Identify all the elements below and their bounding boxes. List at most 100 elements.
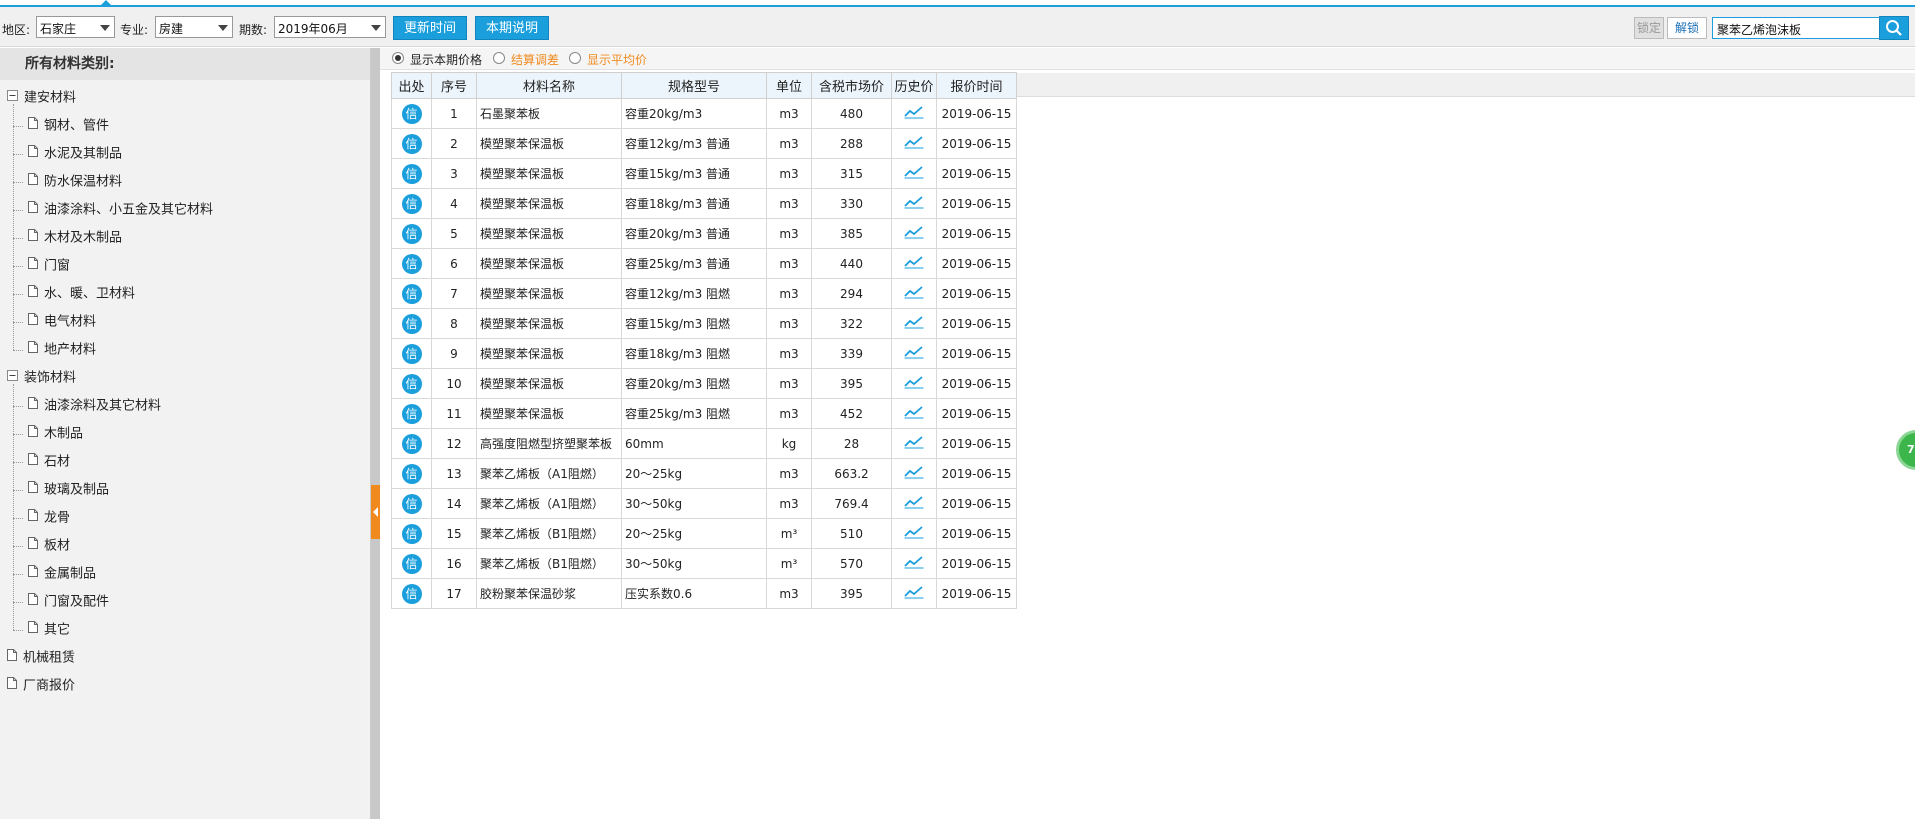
column-header[interactable]: 单位 [766, 72, 812, 99]
trend-chart-icon[interactable] [904, 405, 924, 422]
tree-item[interactable]: 石材 [28, 448, 70, 476]
table-row[interactable]: 信 1 石墨聚苯板 容重20kg/m3 m3 480 2019-06-15 [391, 98, 1017, 129]
source-cell[interactable]: 信 [391, 158, 432, 189]
tree-item[interactable]: 门窗及配件 [28, 588, 109, 616]
major-select[interactable]: 房建 [155, 16, 233, 38]
table-row[interactable]: 信 14 聚苯乙烯板（A1阻燃） 30～50kg m3 769.4 2019-06-15 [391, 488, 1017, 519]
tree-item[interactable]: 水、暖、卫材料 [28, 280, 135, 308]
history-cell[interactable] [891, 218, 937, 249]
source-info-icon[interactable]: 信 [401, 523, 422, 544]
show-current-radio[interactable] [392, 52, 404, 64]
trend-chart-icon[interactable] [904, 105, 924, 122]
trend-chart-icon[interactable] [904, 555, 924, 572]
table-row[interactable]: 信 15 聚苯乙烯板（B1阻燃） 20～25kg m³ 510 2019-06-15 [391, 518, 1017, 549]
unlock-button[interactable]: 解锁 [1667, 17, 1707, 39]
history-cell[interactable] [891, 128, 937, 159]
tree-leaf[interactable]: 机械租赁 [7, 644, 75, 672]
tree-item[interactable]: 电气材料 [28, 308, 96, 336]
tree-item[interactable]: 其它 [28, 616, 70, 644]
source-cell[interactable]: 信 [391, 458, 432, 489]
collapse-sidebar-handle[interactable] [371, 485, 380, 539]
source-info-icon[interactable]: 信 [401, 223, 422, 244]
source-cell[interactable]: 信 [391, 278, 432, 309]
table-row[interactable]: 信 2 模塑聚苯保温板 容重12kg/m3 普通 m3 288 2019-06-15 [391, 128, 1017, 159]
trend-chart-icon[interactable] [904, 465, 924, 482]
history-cell[interactable] [891, 188, 937, 219]
table-row[interactable]: 信 17 胶粉聚苯保温砂浆 压实系数0.6 m3 395 2019-06-15 [391, 578, 1017, 609]
tree-item[interactable]: 金属制品 [28, 560, 96, 588]
history-cell[interactable] [891, 248, 937, 279]
show-average-radio[interactable] [569, 52, 581, 64]
source-info-icon[interactable]: 信 [401, 433, 422, 454]
update-time-button[interactable]: 更新时间 [393, 16, 467, 40]
history-cell[interactable] [891, 278, 937, 309]
table-row[interactable]: 信 13 聚苯乙烯板（A1阻燃） 20～25kg m3 663.2 2019-06-15 [391, 458, 1017, 489]
trend-chart-icon[interactable] [904, 285, 924, 302]
tree-item[interactable]: 木制品 [28, 420, 83, 448]
trend-chart-icon[interactable] [904, 195, 924, 212]
trend-chart-icon[interactable] [904, 135, 924, 152]
source-cell[interactable]: 信 [391, 578, 432, 609]
tree-item[interactable]: 板材 [28, 532, 70, 560]
table-row[interactable]: 信 4 模塑聚苯保温板 容重18kg/m3 普通 m3 330 2019-06-15 [391, 188, 1017, 219]
source-cell[interactable]: 信 [391, 188, 432, 219]
trend-chart-icon[interactable] [904, 525, 924, 542]
trend-chart-icon[interactable] [904, 495, 924, 512]
source-info-icon[interactable]: 信 [401, 163, 422, 184]
source-cell[interactable]: 信 [391, 98, 432, 129]
history-cell[interactable] [891, 98, 937, 129]
source-info-icon[interactable]: 信 [401, 343, 422, 364]
column-header[interactable]: 出处 [391, 72, 432, 99]
source-cell[interactable]: 信 [391, 428, 432, 459]
period-select[interactable]: 2019年06月 [274, 16, 386, 38]
region-select[interactable]: 石家庄 [36, 16, 115, 38]
table-row[interactable]: 信 8 模塑聚苯保温板 容重15kg/m3 阻燃 m3 322 2019-06-15 [391, 308, 1017, 339]
source-cell[interactable]: 信 [391, 518, 432, 549]
tree-item[interactable]: 龙骨 [28, 504, 70, 532]
table-row[interactable]: 信 16 聚苯乙烯板（B1阻燃） 30～50kg m³ 570 2019-06-15 [391, 548, 1017, 579]
lock-button[interactable]: 锁定 [1634, 17, 1664, 39]
history-cell[interactable] [891, 338, 937, 369]
history-cell[interactable] [891, 428, 937, 459]
tree-item[interactable]: 油漆涂料及其它材料 [28, 392, 161, 420]
history-cell[interactable] [891, 578, 937, 609]
table-row[interactable]: 信 12 高强度阻燃型挤塑聚苯板 60mm kg 28 2019-06-15 [391, 428, 1017, 459]
tree-item[interactable]: 门窗 [28, 252, 70, 280]
table-row[interactable]: 信 11 模塑聚苯保温板 容重25kg/m3 阻燃 m3 452 2019-06-15 [391, 398, 1017, 429]
source-info-icon[interactable]: 信 [401, 403, 422, 424]
source-cell[interactable]: 信 [391, 128, 432, 159]
column-header[interactable]: 序号 [431, 72, 477, 99]
column-header[interactable]: 含税市场价 [811, 72, 892, 99]
trend-chart-icon[interactable] [904, 225, 924, 242]
source-cell[interactable]: 信 [391, 488, 432, 519]
table-row[interactable]: 信 10 模塑聚苯保温板 容重20kg/m3 阻燃 m3 395 2019-06-15 [391, 368, 1017, 399]
table-row[interactable]: 信 6 模塑聚苯保温板 容重25kg/m3 普通 m3 440 2019-06-15 [391, 248, 1017, 279]
splitter[interactable] [371, 48, 380, 819]
trend-chart-icon[interactable] [904, 435, 924, 452]
source-info-icon[interactable]: 信 [401, 493, 422, 514]
tree-group[interactable]: 装饰材料 [7, 364, 76, 392]
history-cell[interactable] [891, 368, 937, 399]
source-cell[interactable]: 信 [391, 218, 432, 249]
search-button[interactable] [1879, 16, 1909, 40]
trend-chart-icon[interactable] [904, 345, 924, 362]
trend-chart-icon[interactable] [904, 255, 924, 272]
tree-item[interactable]: 水泥及其制品 [28, 140, 122, 168]
table-row[interactable]: 信 3 模塑聚苯保温板 容重15kg/m3 普通 m3 315 2019-06-15 [391, 158, 1017, 189]
source-cell[interactable]: 信 [391, 248, 432, 279]
table-row[interactable]: 信 7 模塑聚苯保温板 容重12kg/m3 阻燃 m3 294 2019-06-15 [391, 278, 1017, 309]
trend-chart-icon[interactable] [904, 315, 924, 332]
source-info-icon[interactable]: 信 [401, 553, 422, 574]
source-info-icon[interactable]: 信 [401, 373, 422, 394]
source-cell[interactable]: 信 [391, 398, 432, 429]
source-cell[interactable]: 信 [391, 308, 432, 339]
trend-chart-icon[interactable] [904, 375, 924, 392]
tree-item[interactable]: 玻璃及制品 [28, 476, 109, 504]
history-cell[interactable] [891, 398, 937, 429]
source-info-icon[interactable]: 信 [401, 253, 422, 274]
history-cell[interactable] [891, 458, 937, 489]
column-header[interactable]: 材料名称 [476, 72, 622, 99]
source-info-icon[interactable]: 信 [401, 103, 422, 124]
source-info-icon[interactable]: 信 [401, 583, 422, 604]
tree-item[interactable]: 油漆涂料、小五金及其它材料 [28, 196, 213, 224]
